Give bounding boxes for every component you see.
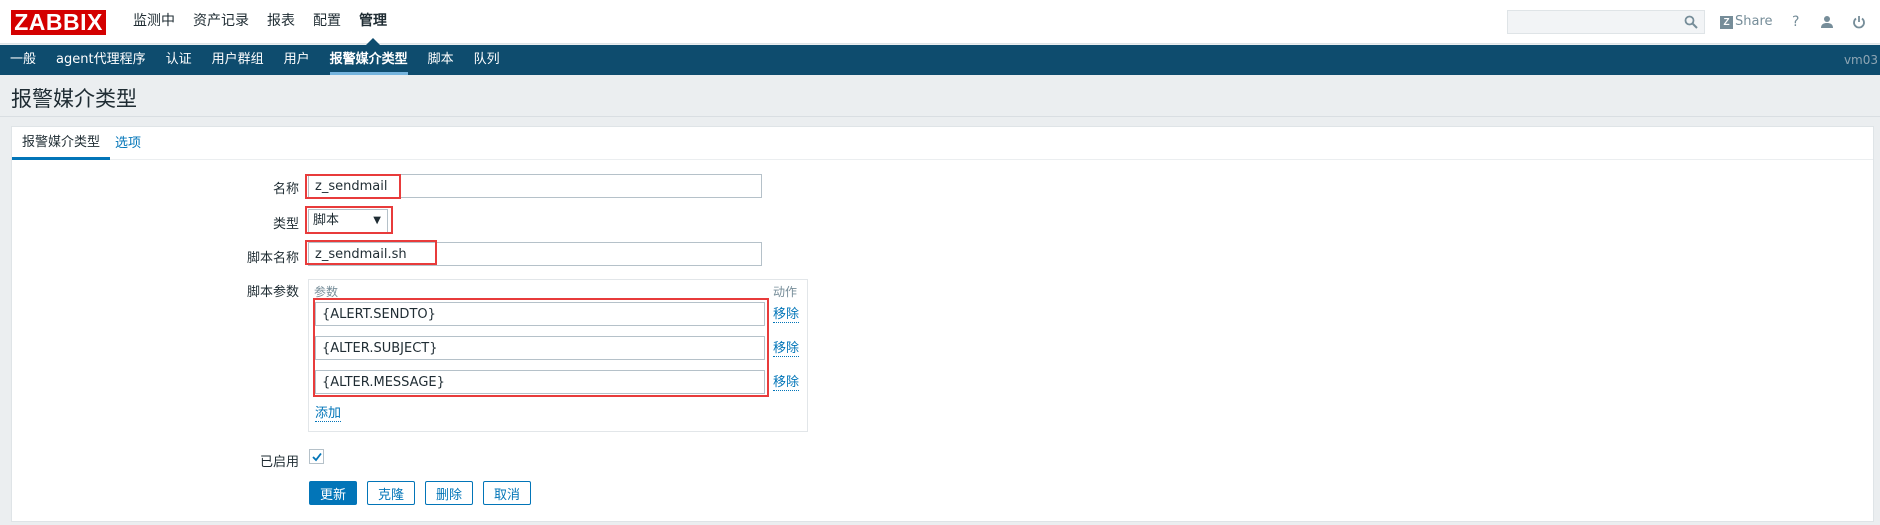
script-param-input[interactable] [315, 336, 765, 360]
enabled-label: 已启用 [259, 455, 299, 470]
type-select[interactable]: 脚本 ▼ [308, 209, 388, 233]
sub-nav-scripts[interactable]: 脚本 [418, 45, 464, 75]
dropdown-arrow-icon: ▼ [373, 215, 381, 226]
clone-button[interactable]: 克隆 [367, 481, 415, 505]
cancel-button[interactable]: 取消 [483, 481, 531, 505]
sub-nav-users[interactable]: 用户 [274, 45, 320, 75]
script-name-label: 脚本名称 [246, 251, 299, 266]
main-nav-configuration[interactable]: 配置 [304, 0, 350, 44]
main-nav-reports[interactable]: 报表 [258, 0, 304, 44]
server-name: vm03 [1843, 53, 1878, 67]
name-input[interactable] [308, 174, 762, 198]
search-icon[interactable] [1684, 15, 1698, 33]
remove-param-button[interactable]: 移除 [773, 341, 800, 357]
global-search [1507, 10, 1705, 34]
checkmark-icon [312, 452, 322, 462]
action-column-header: 动作 [773, 285, 798, 299]
main-nav-inventory[interactable]: 资产记录 [184, 0, 258, 44]
top-bar: ZABBIX 监测中 资产记录 报表 配置 管理 Z Share ? [0, 0, 1880, 45]
title-divider [0, 116, 1880, 117]
script-param-input[interactable] [315, 302, 765, 326]
sub-nav-general[interactable]: 一般 [0, 45, 46, 75]
share-label: Share [1735, 14, 1773, 29]
main-nav-monitoring[interactable]: 监测中 [124, 0, 184, 44]
script-param-input[interactable] [315, 370, 765, 394]
user-profile-button[interactable] [1820, 12, 1834, 32]
power-icon [1853, 16, 1865, 29]
search-input[interactable] [1508, 11, 1678, 33]
sub-nav-user-groups[interactable]: 用户群组 [202, 45, 274, 75]
zabbix-share-icon: Z [1720, 15, 1733, 29]
form-tabs: 报警媒介类型 选项 [12, 127, 1873, 160]
user-icon [1821, 16, 1833, 28]
remove-param-button[interactable]: 移除 [773, 375, 800, 391]
main-nav: 监测中 资产记录 报表 配置 管理 [124, 0, 396, 45]
remove-param-button[interactable]: 移除 [773, 307, 800, 323]
share-button[interactable]: Z Share [1720, 12, 1773, 32]
add-param-button[interactable]: 添加 [315, 406, 342, 422]
script-params-label: 脚本参数 [246, 285, 299, 300]
sub-nav: 一般 agent代理程序 认证 用户群组 用户 报警媒介类型 脚本 队列 vm0… [0, 45, 1880, 75]
sub-nav-queue[interactable]: 队列 [464, 45, 510, 75]
params-column-header: 参数 [314, 285, 339, 299]
sub-nav-authentication[interactable]: 认证 [156, 45, 202, 75]
tab-media-type[interactable]: 报警媒介类型 [12, 127, 111, 160]
script-name-input[interactable] [308, 242, 762, 266]
name-label: 名称 [272, 182, 299, 197]
help-button[interactable]: ? [1792, 12, 1799, 32]
sub-nav-proxies[interactable]: agent代理程序 [46, 45, 156, 75]
enabled-checkbox[interactable] [309, 449, 324, 464]
zabbix-logo[interactable]: ZABBIX [11, 10, 106, 35]
sign-out-button[interactable] [1852, 12, 1866, 32]
sub-nav-media-types[interactable]: 报警媒介类型 [320, 45, 418, 75]
type-select-value: 脚本 [313, 213, 340, 228]
update-button[interactable]: 更新 [309, 481, 357, 505]
delete-button[interactable]: 删除 [425, 481, 473, 505]
type-label: 类型 [272, 217, 299, 232]
main-nav-administration[interactable]: 管理 [350, 0, 396, 45]
tab-options[interactable]: 选项 [115, 127, 141, 160]
page-title: 报警媒介类型 [11, 87, 137, 111]
